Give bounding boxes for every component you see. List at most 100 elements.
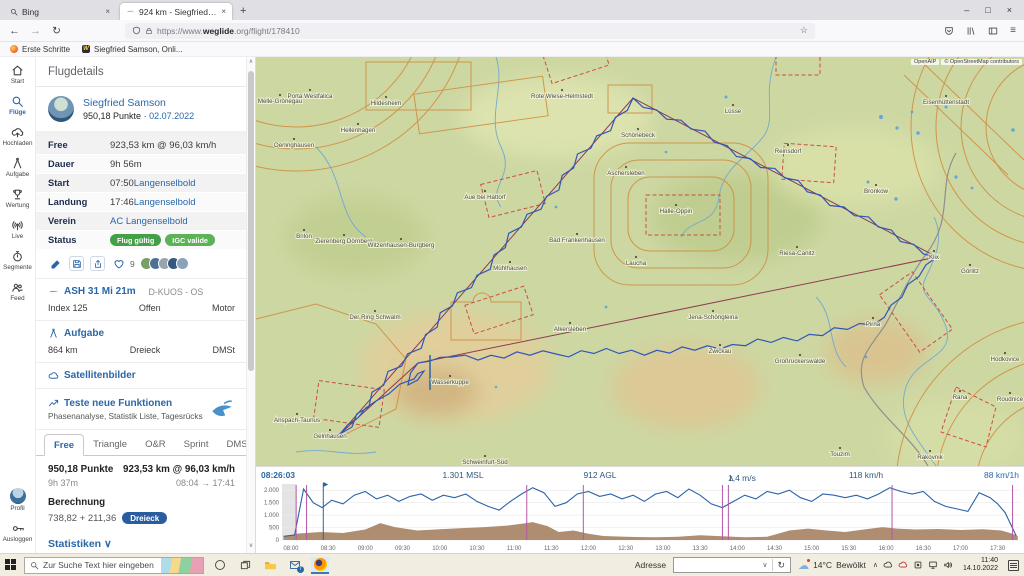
- adresse-combobox[interactable]: ∨↻: [673, 557, 791, 573]
- app-area: Start Flüge Hochladen Aufgabe Wertung Li…: [0, 57, 1024, 553]
- x-axis-tick: 17:00: [953, 546, 969, 552]
- taskbar-search-input[interactable]: Zur Suche Text hier eingeben: [24, 557, 204, 574]
- edit-button[interactable]: [48, 256, 63, 271]
- sidebar-item-hochladen[interactable]: Hochladen: [2, 126, 32, 147]
- sidebar-item-live[interactable]: Live: [11, 219, 24, 240]
- liker-avatars[interactable]: [144, 257, 189, 270]
- map-place-dot: [799, 354, 801, 356]
- chevron-down-icon[interactable]: ∨: [758, 561, 771, 569]
- taskbar-clock[interactable]: 11:4014.10.2022: [963, 557, 998, 574]
- search-highlight-art[interactable]: [161, 558, 203, 573]
- like-button[interactable]: [111, 256, 126, 271]
- bookmark-item[interactable]: Erste Schritte: [10, 45, 70, 54]
- map-place-label: Porta Westfalica: [288, 93, 333, 100]
- notification-center-icon[interactable]: [1008, 560, 1019, 571]
- minimize-button[interactable]: –: [964, 5, 969, 15]
- tab-close-icon[interactable]: ×: [105, 7, 110, 16]
- flight-date-link[interactable]: 02.07.2022: [149, 111, 194, 121]
- tab-flight[interactable]: 924 km - Siegfried Samson - Lan ×: [120, 3, 232, 20]
- volume-icon[interactable]: [943, 560, 953, 570]
- firefox-icon: [314, 558, 327, 571]
- scroll-up-arrow[interactable]: ∧: [247, 58, 255, 68]
- map-place-dot: [637, 128, 639, 130]
- pilot-avatar[interactable]: [48, 96, 74, 122]
- tray-expand-icon[interactable]: ∧: [873, 561, 878, 569]
- pilot-name-link[interactable]: Siegfried Samson: [83, 97, 194, 109]
- tab-close-icon[interactable]: ×: [221, 7, 226, 16]
- firefox-bookmark-icon: [10, 45, 18, 53]
- club-link[interactable]: AC Langenselbold: [110, 216, 188, 227]
- sidebar-item-segmente[interactable]: Segmente: [3, 250, 32, 271]
- glider-name-link[interactable]: ASH 31 Mi 21m: [64, 286, 136, 297]
- sidebar-item-fluege[interactable]: Flüge: [9, 95, 26, 116]
- airfield-link[interactable]: Langenselbold: [134, 178, 196, 189]
- file-explorer-button[interactable]: [261, 557, 279, 574]
- share-button[interactable]: [90, 256, 105, 271]
- task-view-button[interactable]: [236, 557, 254, 574]
- map-place-dot: [712, 310, 714, 312]
- bookmark-item[interactable]: WSiegfried Samson, Onli...: [82, 45, 182, 54]
- mail-button[interactable]: 7: [286, 557, 304, 574]
- maximize-button[interactable]: □: [985, 5, 990, 15]
- sidebar-item-ausloggen[interactable]: Ausloggen: [3, 522, 33, 543]
- sidebar-icon[interactable]: [988, 26, 998, 36]
- tab-bing[interactable]: Bing ×: [4, 3, 116, 20]
- tab-sprint[interactable]: Sprint: [175, 434, 218, 455]
- scrollbar-thumb[interactable]: [248, 71, 254, 371]
- sidebar-item-aufgabe[interactable]: Aufgabe: [6, 157, 29, 178]
- sidebar-item-profil[interactable]: Profil: [10, 488, 26, 512]
- network-icon[interactable]: [928, 560, 938, 570]
- task-link[interactable]: Aufgabe: [64, 328, 104, 339]
- cortana-button[interactable]: [211, 557, 229, 574]
- tab-or[interactable]: O&R: [136, 434, 175, 455]
- avg-speed: 88 km/1h: [984, 470, 1019, 480]
- url-bar[interactable]: https://www.weglide.org/flight/178410 ☆: [125, 23, 815, 39]
- back-button[interactable]: ←: [8, 25, 21, 37]
- forward-button[interactable]: →: [29, 25, 42, 37]
- map-place-label: Aue bei Hattorf: [464, 194, 506, 201]
- new-features-link[interactable]: Teste neue Funktionen: [64, 398, 172, 409]
- stopwatch-icon: [11, 250, 24, 263]
- chart-cursor-flag[interactable]: [323, 482, 328, 487]
- sidebar-item-feed[interactable]: Feed: [10, 281, 24, 302]
- panel-scrollbar[interactable]: ∧ ∨: [246, 57, 255, 553]
- new-tab-button[interactable]: +: [232, 3, 254, 20]
- statistics-toggle[interactable]: Statistiken ∨: [36, 530, 247, 553]
- menu-icon[interactable]: ≡: [1010, 25, 1016, 36]
- bookmark-star-icon[interactable]: ☆: [800, 25, 808, 36]
- barogram-section[interactable]: 08:26:03 1.301 MSL 912 AGL ∧ 1,4 m/s 118…: [256, 466, 1024, 553]
- calculation-block: Berechnung 738,82 + 211,36Dreieck: [36, 494, 247, 530]
- tab-free[interactable]: Free: [44, 434, 84, 456]
- sidebar-item-start[interactable]: Start: [11, 64, 24, 85]
- sidebar-item-wertung[interactable]: Wertung: [6, 188, 30, 209]
- windows-start-button[interactable]: [5, 559, 17, 571]
- map-container[interactable]: Melle-GrönegauPorta WestfalicaHildesheim…: [256, 57, 1024, 553]
- task-rules: DMSt: [213, 345, 236, 355]
- barogram-chart[interactable]: 05001.0001.5002.00008:0008:3009:0009:301…: [256, 481, 1024, 554]
- firefox-button[interactable]: [311, 557, 329, 574]
- save-button[interactable]: [69, 256, 84, 271]
- floppy-icon: [72, 259, 82, 269]
- search-icon: [10, 8, 18, 16]
- pilot-subtitle: 950,18 Punkte · 02.07.2022: [83, 111, 194, 121]
- go-refresh-icon[interactable]: ↻: [773, 560, 791, 571]
- map-place-dot: [569, 322, 571, 324]
- airfield-link[interactable]: Langenselbold: [134, 197, 196, 208]
- flight-map[interactable]: Melle-GrönegauPorta WestfalicaHildesheim…: [256, 57, 1024, 466]
- taskbar-weather[interactable]: ☁ 14°C Bewölkt: [798, 559, 866, 572]
- x-axis-tick: 13:30: [693, 546, 709, 552]
- onedrive-icon[interactable]: [883, 560, 893, 570]
- sync-alert-icon[interactable]: [898, 560, 908, 570]
- map-place-label: Schweinfurt-Süd: [462, 459, 508, 466]
- reload-button[interactable]: ↻: [50, 25, 63, 37]
- avatar: [176, 257, 189, 270]
- satellite-link[interactable]: Satellitenbilder: [64, 370, 136, 381]
- tab-triangle[interactable]: Triangle: [84, 434, 136, 455]
- pocket-icon[interactable]: [944, 26, 954, 36]
- scroll-down-arrow[interactable]: ∨: [247, 542, 255, 552]
- close-window-button[interactable]: ×: [1007, 5, 1012, 15]
- terrain-area: [283, 522, 1017, 540]
- security-icon[interactable]: [913, 560, 923, 570]
- map-place-label: Jena-Schöngleina: [688, 314, 738, 321]
- library-icon[interactable]: [966, 26, 976, 36]
